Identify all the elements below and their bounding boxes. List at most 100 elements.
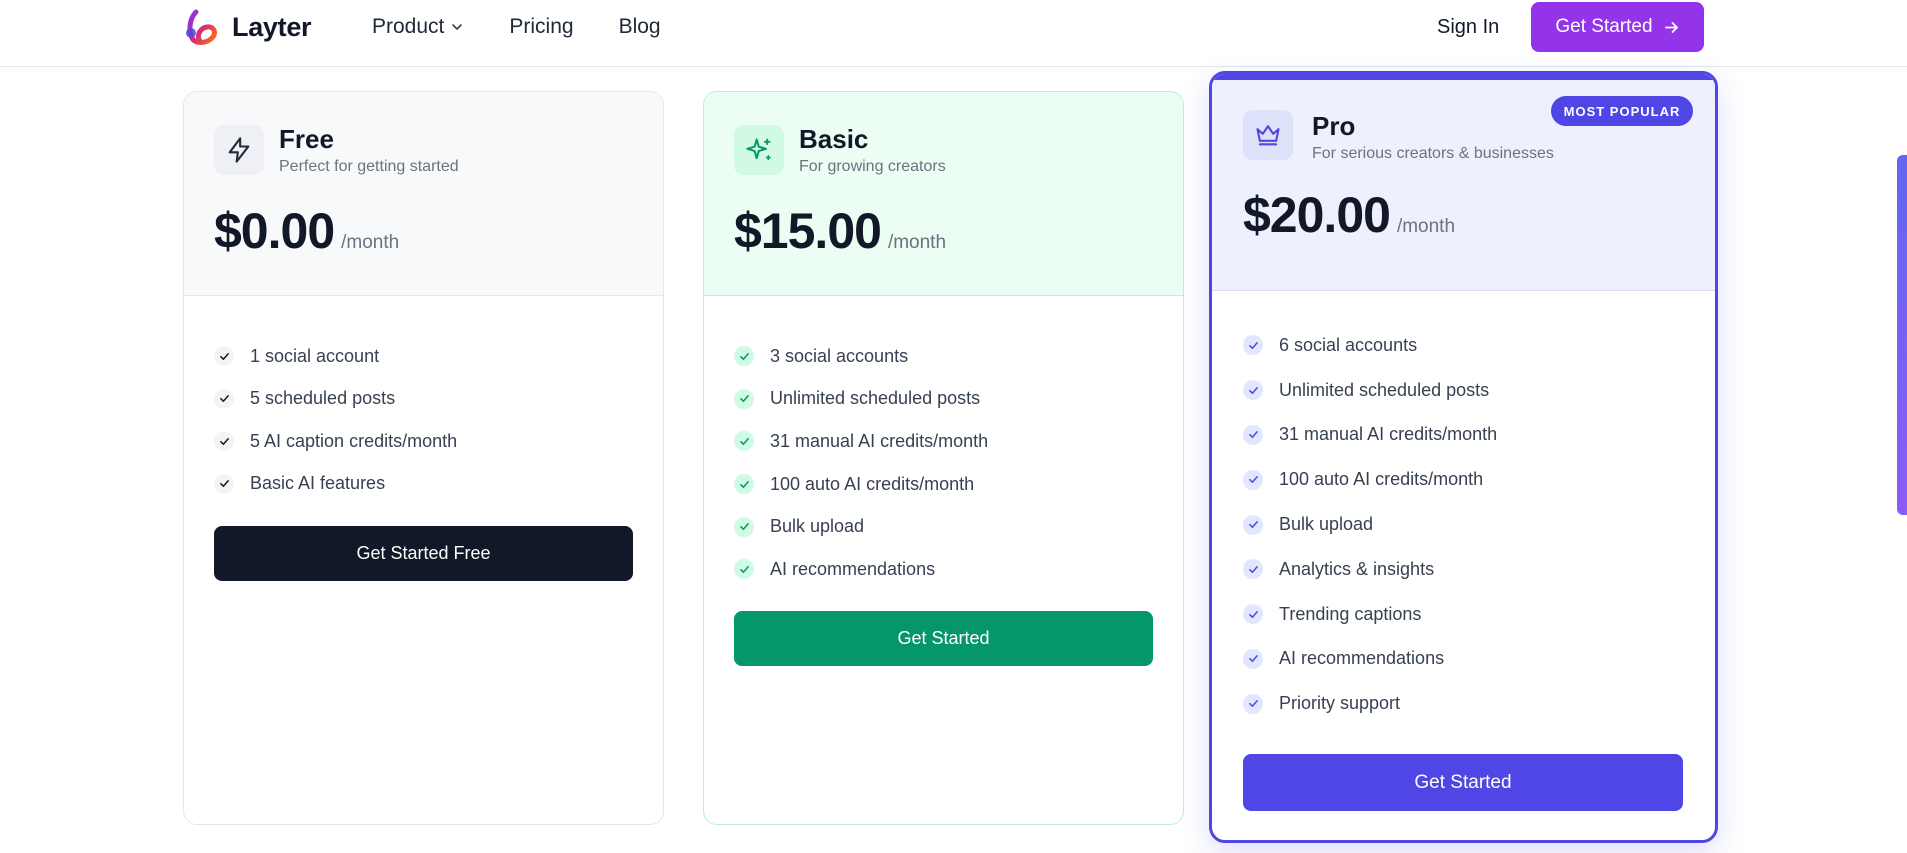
feature-item: Basic AI features	[214, 463, 457, 506]
check-icon	[1243, 604, 1263, 625]
plan-icon-pro	[1243, 110, 1293, 160]
feature-item: 5 AI caption credits/month	[214, 420, 457, 463]
header-cta-label: Get Started	[1555, 16, 1653, 37]
plan-price: $15.00 /month	[734, 202, 946, 260]
check-icon	[734, 346, 754, 367]
feature-item: 100 auto AI credits/month	[1243, 457, 1497, 502]
feature-label: 1 social account	[250, 345, 380, 366]
check-icon	[214, 388, 234, 409]
nav-product[interactable]: Product	[372, 15, 464, 39]
check-icon	[734, 559, 754, 580]
site-header: Layter Product Pricing Blog Sign In Get …	[0, 0, 1907, 67]
check-icon	[734, 388, 754, 409]
sign-in-link[interactable]: Sign In	[1437, 16, 1499, 39]
feature-label: 100 auto AI credits/month	[1279, 469, 1484, 490]
feature-item: Trending captions	[1243, 592, 1497, 637]
arrow-right-icon	[1664, 21, 1678, 33]
price-period: /month	[1396, 216, 1456, 237]
feature-label: Analytics & insights	[1279, 558, 1435, 579]
plan-price: $20.00 /month	[1243, 186, 1455, 244]
feature-item: AI recommendations	[1243, 637, 1497, 682]
plan-icon-free	[214, 125, 264, 175]
pro-top-accent	[1212, 74, 1715, 80]
feature-item: Bulk upload	[734, 505, 988, 548]
plan-card-pro: Pro For serious creators & businesses MO…	[1209, 71, 1718, 843]
plan-icon-basic	[734, 125, 784, 175]
check-icon	[1243, 335, 1263, 356]
feature-item: Analytics & insights	[1243, 547, 1497, 592]
check-icon	[734, 474, 754, 495]
nav-blog[interactable]: Blog	[619, 15, 661, 39]
feature-item: 31 manual AI credits/month	[734, 420, 988, 463]
feature-label: 6 social accounts	[1279, 334, 1418, 355]
chevron-down-icon	[452, 24, 463, 30]
nav-blog-label: Blog	[618, 15, 661, 38]
feature-label: Basic AI features	[250, 473, 386, 494]
nav-product-label: Product	[372, 15, 445, 38]
check-icon	[1243, 469, 1263, 490]
most-popular-badge: MOST POPULAR	[1551, 96, 1693, 126]
feature-item: Bulk upload	[1243, 502, 1497, 547]
sparkle-icon	[746, 138, 771, 161]
plan-header-basic: Basic For growing creators $15.00 /month	[704, 92, 1183, 296]
check-icon	[214, 346, 234, 367]
plan-header-pro: Pro For serious creators & businesses MO…	[1212, 74, 1715, 291]
check-icon	[734, 431, 754, 452]
feature-label: AI recommendations	[770, 558, 936, 579]
feature-item: 1 social account	[214, 335, 457, 378]
feature-label: Unlimited scheduled posts	[1279, 379, 1490, 400]
plan-subtitle: Perfect for getting started	[279, 158, 459, 175]
get-started-basic-button[interactable]: Get Started	[734, 611, 1153, 666]
check-icon	[1243, 559, 1263, 580]
nav-pricing-label: Pricing	[509, 15, 574, 38]
get-started-free-button[interactable]: Get Started Free	[214, 526, 633, 581]
feature-item: Unlimited scheduled posts	[734, 378, 988, 421]
price-amount: $15.00	[734, 203, 882, 259]
check-icon	[214, 473, 234, 494]
feature-label: Bulk upload	[1279, 514, 1374, 535]
feature-label: Unlimited scheduled posts	[770, 388, 981, 409]
feature-item: Priority support	[1243, 681, 1497, 726]
lightning-icon	[228, 137, 250, 163]
nav-pricing[interactable]: Pricing	[509, 15, 573, 39]
check-icon	[214, 431, 234, 452]
plan-card-free: Free Perfect for getting started $0.00 /…	[183, 91, 664, 825]
feature-label: 31 manual AI credits/month	[1279, 424, 1498, 445]
brand-logo[interactable]: Layter	[182, 8, 312, 46]
plan-subtitle: For growing creators	[799, 158, 946, 175]
feature-list: 3 social accounts Unlimited scheduled po…	[734, 335, 988, 591]
feature-item: 6 social accounts	[1243, 323, 1497, 368]
feature-item: 5 scheduled posts	[214, 378, 457, 421]
feature-item: Unlimited scheduled posts	[1243, 368, 1497, 413]
main-nav: Product Pricing Blog	[372, 15, 706, 39]
plan-price: $0.00 /month	[214, 202, 399, 260]
feature-label: Priority support	[1279, 693, 1401, 714]
scrollbar-thumb[interactable]	[1897, 155, 1907, 515]
plan-name: Pro	[1312, 111, 1356, 141]
price-amount: $20.00	[1243, 187, 1391, 243]
feature-label: 31 manual AI credits/month	[770, 430, 989, 451]
price-period: /month	[341, 232, 400, 253]
plan-name: Free	[279, 124, 334, 154]
feature-item: 100 auto AI credits/month	[734, 463, 988, 506]
crown-icon	[1256, 125, 1280, 146]
feature-label: AI recommendations	[1279, 648, 1445, 669]
check-icon	[1243, 514, 1263, 535]
layter-logo-icon	[186, 9, 217, 45]
feature-item: 3 social accounts	[734, 335, 988, 378]
plan-card-basic: Basic For growing creators $15.00 /month…	[703, 91, 1184, 825]
plan-subtitle: For serious creators & businesses	[1312, 145, 1554, 162]
header-get-started-button[interactable]: Get Started	[1531, 2, 1704, 52]
feature-list: 6 social accounts Unlimited scheduled po…	[1243, 323, 1497, 726]
check-icon	[1243, 380, 1263, 401]
get-started-pro-button[interactable]: Get Started	[1243, 754, 1683, 811]
feature-label: Trending captions	[1279, 603, 1422, 624]
feature-item: AI recommendations	[734, 548, 988, 591]
feature-label: 5 AI caption credits/month	[250, 430, 458, 451]
feature-item: 31 manual AI credits/month	[1243, 413, 1497, 458]
price-period: /month	[887, 232, 947, 253]
plan-name: Basic	[799, 124, 869, 154]
check-icon	[1243, 648, 1263, 669]
feature-list: 1 social account 5 scheduled posts 5 AI …	[214, 335, 457, 505]
feature-label: 3 social accounts	[770, 345, 909, 366]
